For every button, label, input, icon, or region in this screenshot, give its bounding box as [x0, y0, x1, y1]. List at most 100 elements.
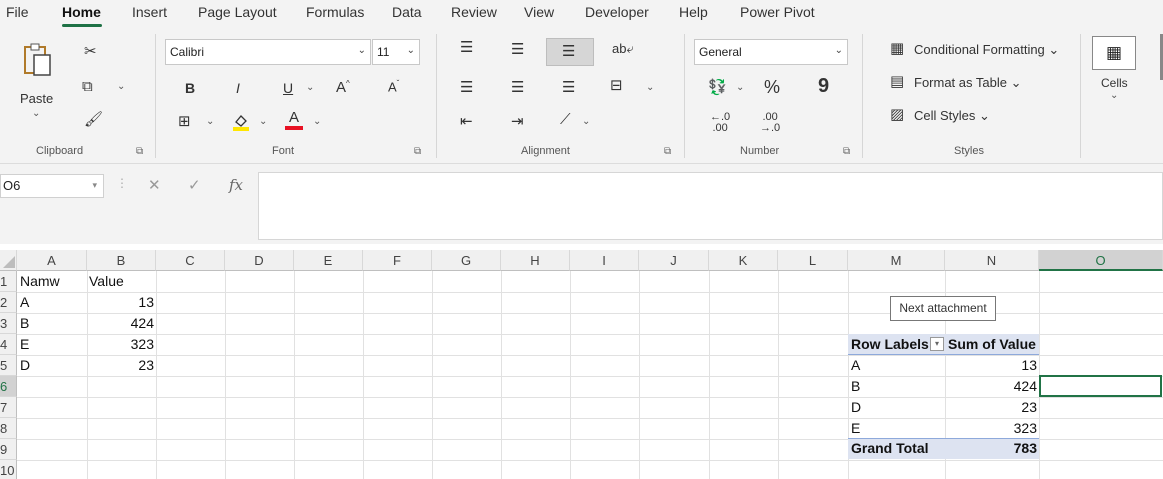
align-bottom-icon[interactable]: ☰ [562, 44, 575, 59]
column-header-o[interactable]: O [1039, 250, 1163, 271]
font-size-combo[interactable]: 11 ⌄ [372, 39, 420, 65]
pivot-value-cell[interactable]: 13 [945, 355, 1039, 376]
row-header-1[interactable]: 1 [0, 271, 17, 292]
pivot-sum-header[interactable]: Sum of Value [948, 334, 1038, 355]
percent-style-button[interactable]: % [764, 78, 780, 96]
paste-icon[interactable] [20, 42, 54, 78]
pivot-value-cell[interactable]: 424 [945, 376, 1039, 397]
column-header-b[interactable]: B [87, 250, 156, 271]
row-header-6[interactable]: 6 [0, 376, 17, 397]
bold-button[interactable]: B [185, 81, 195, 95]
alignment-launcher-icon[interactable]: ⧉ [664, 146, 671, 157]
pivot-grand-total-value[interactable]: 783 [945, 438, 1039, 459]
tab-home[interactable]: Home [62, 4, 101, 20]
pivot-value-cell[interactable]: 323 [945, 418, 1039, 439]
clipboard-launcher-icon[interactable]: ⧉ [136, 146, 143, 157]
fill-color-icon[interactable] [232, 112, 250, 135]
column-header-a[interactable]: A [17, 250, 87, 271]
tab-developer[interactable]: Developer [585, 4, 649, 20]
tab-help[interactable]: Help [679, 4, 708, 20]
cells-dropdown-chevron-icon[interactable]: ⌄ [1110, 90, 1118, 101]
formula-input[interactable] [258, 172, 1163, 240]
tab-file[interactable]: File [6, 4, 29, 20]
pivot-label-cell[interactable]: D [851, 397, 941, 418]
font-color-dropdown-chevron-icon[interactable]: ⌄ [313, 116, 321, 127]
tab-page-layout[interactable]: Page Layout [198, 4, 277, 20]
decrease-font-size-button[interactable]: Aˇ [388, 80, 399, 94]
paste-dropdown-chevron-icon[interactable]: ⌄ [32, 108, 40, 119]
row-header-4[interactable]: 4 [0, 334, 17, 355]
number-launcher-icon[interactable]: ⧉ [843, 146, 850, 157]
cell-styles-icon[interactable]: ▨ [890, 107, 904, 122]
tab-power-pivot[interactable]: Power Pivot [740, 4, 815, 20]
decrease-indent-icon[interactable]: ⇤ [460, 114, 473, 129]
cell-a2[interactable]: A [20, 292, 86, 313]
cells-label[interactable]: Cells [1101, 76, 1128, 90]
decrease-decimal-icon[interactable]: .00 →.0 [760, 112, 780, 134]
underline-dropdown-chevron-icon[interactable]: ⌄ [306, 82, 314, 93]
align-right-icon[interactable]: ☰ [562, 80, 575, 95]
cell-b1[interactable]: Value [89, 271, 155, 292]
cell-styles-button[interactable]: Cell Styles ⌄ [914, 108, 990, 124]
column-header-f[interactable]: F [363, 250, 432, 271]
align-left-icon[interactable]: ☰ [460, 80, 473, 95]
accounting-format-icon[interactable]: 💱 [708, 80, 727, 95]
align-top-icon[interactable]: ☰ [460, 40, 473, 55]
column-header-l[interactable]: L [778, 250, 848, 271]
merge-center-icon[interactable]: ⊟ [610, 78, 623, 93]
row-header-8[interactable]: 8 [0, 418, 17, 439]
tab-data[interactable]: Data [392, 4, 422, 20]
increase-decimal-icon[interactable]: ←.0.00 [710, 112, 730, 134]
column-header-m[interactable]: M [848, 250, 945, 271]
cell-b3[interactable]: 424 [87, 313, 156, 334]
column-header-n[interactable]: N [945, 250, 1039, 271]
italic-button[interactable]: I [236, 81, 240, 95]
wrap-text-icon[interactable]: ab⤶ [612, 42, 634, 55]
tab-view[interactable]: View [524, 4, 554, 20]
cell-a5[interactable]: D [20, 355, 86, 376]
pivot-label-cell[interactable]: B [851, 376, 941, 397]
borders-icon[interactable]: ⊞ [178, 114, 191, 129]
cell-a3[interactable]: B [20, 313, 86, 334]
font-color-icon[interactable]: A [285, 110, 303, 130]
row-header-7[interactable]: 7 [0, 397, 17, 418]
column-header-c[interactable]: C [156, 250, 225, 271]
column-header-d[interactable]: D [225, 250, 294, 271]
cell-a1[interactable]: Namw [20, 271, 86, 292]
cell-b5[interactable]: 23 [87, 355, 156, 376]
pivot-value-cell[interactable]: 23 [945, 397, 1039, 418]
column-header-k[interactable]: K [709, 250, 778, 271]
pivot-row-labels-header[interactable]: Row Labels [851, 334, 931, 355]
active-cell-o6[interactable] [1039, 375, 1162, 397]
cell-b4[interactable]: 323 [87, 334, 156, 355]
pivot-filter-dropdown-icon[interactable]: ▾ [930, 337, 944, 351]
font-launcher-icon[interactable]: ⧉ [414, 146, 421, 157]
select-all-corner[interactable] [0, 250, 17, 271]
insert-function-icon[interactable]: fx [229, 176, 243, 194]
tab-review[interactable]: Review [451, 4, 497, 20]
column-header-h[interactable]: H [501, 250, 570, 271]
underline-button[interactable]: U [283, 81, 293, 95]
column-header-i[interactable]: I [570, 250, 639, 271]
copy-dropdown-chevron-icon[interactable]: ⌄ [117, 81, 125, 92]
increase-font-size-button[interactable]: A^ [336, 80, 350, 96]
align-center-icon[interactable]: ☰ [511, 80, 524, 95]
cells-icon[interactable]: ▦ [1092, 36, 1136, 70]
pivot-grand-total-label[interactable]: Grand Total [851, 438, 941, 459]
format-painter-icon[interactable]: 🖌 [84, 112, 103, 127]
cell-a4[interactable]: E [20, 334, 86, 355]
pivot-label-cell[interactable]: E [851, 418, 941, 439]
fill-color-dropdown-chevron-icon[interactable]: ⌄ [259, 116, 267, 127]
column-header-g[interactable]: G [432, 250, 501, 271]
column-header-j[interactable]: J [639, 250, 709, 271]
comma-style-button[interactable]: 9 [818, 76, 829, 96]
align-middle-icon[interactable]: ☰ [511, 42, 524, 57]
row-header-2[interactable]: 2 [0, 292, 17, 313]
accounting-dropdown-chevron-icon[interactable]: ⌄ [736, 82, 744, 93]
merge-dropdown-chevron-icon[interactable]: ⌄ [646, 82, 654, 93]
cancel-icon[interactable]: ✕ [148, 176, 161, 194]
row-header-9[interactable]: 9 [0, 439, 17, 460]
orientation-icon[interactable]: ⟋ [560, 112, 571, 127]
row-header-10[interactable]: 10 [0, 460, 17, 479]
format-as-table-button[interactable]: Format as Table ⌄ [914, 75, 1021, 91]
